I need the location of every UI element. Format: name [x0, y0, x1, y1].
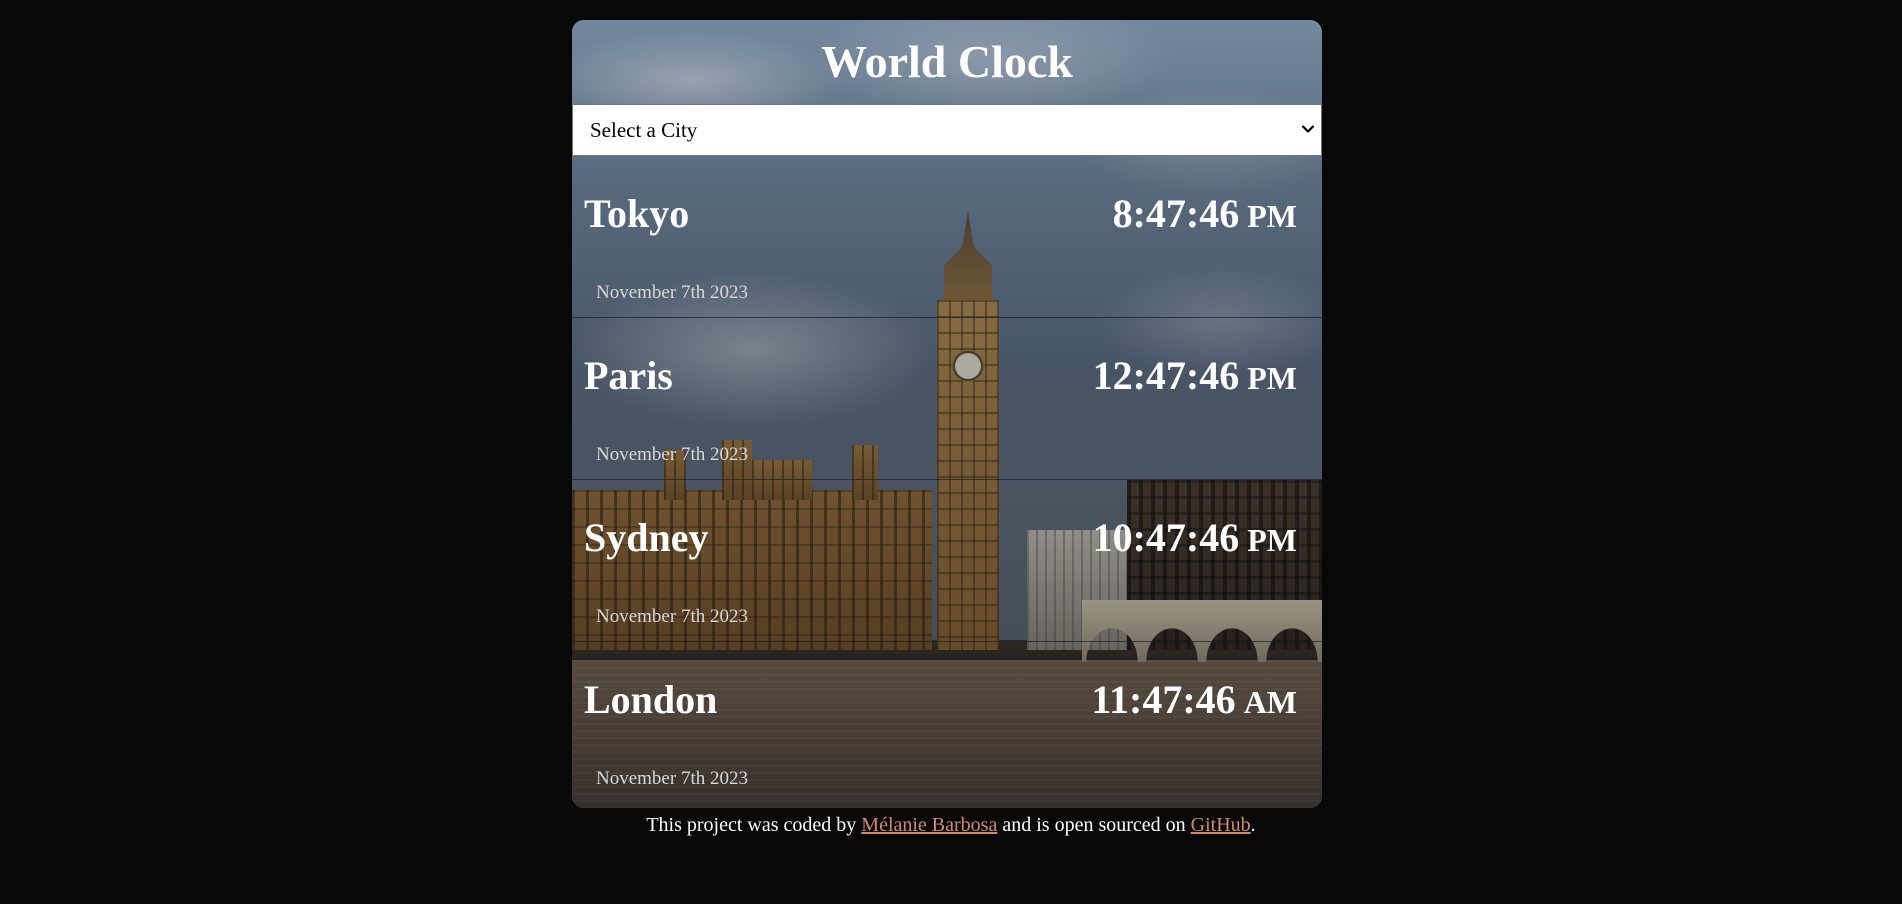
chevron-down-icon: [1301, 125, 1315, 133]
city-row-tokyo: Tokyo 8:47:46 PM November 7th 2023: [572, 156, 1322, 318]
footer-text-before: This project was coded by: [646, 814, 862, 836]
footer-text-middle: and is open sourced on: [997, 814, 1191, 836]
time-ampm: PM: [1247, 198, 1297, 234]
city-name: Tokyo: [584, 191, 690, 236]
footer: This project was coded by Mélanie Barbos…: [0, 814, 1902, 837]
city-date: November 7th 2023: [596, 606, 748, 627]
city-date: November 7th 2023: [596, 282, 748, 303]
city-time: 8:47:46 PM: [1113, 190, 1297, 237]
footer-text-after: .: [1250, 814, 1256, 836]
city-name: Paris: [584, 353, 673, 398]
city-name: Sydney: [584, 515, 709, 560]
city-row-paris: Paris 12:47:46 PM November 7th 2023: [572, 318, 1322, 480]
city-time: 12:47:46 PM: [1093, 352, 1297, 399]
time-value: 11:47:46: [1091, 677, 1236, 722]
city-date: November 7th 2023: [596, 444, 748, 465]
city-name: London: [584, 677, 718, 722]
time-value: 10:47:46: [1092, 515, 1240, 560]
time-ampm: PM: [1247, 522, 1297, 558]
author-link[interactable]: Mélanie Barbosa: [861, 814, 997, 836]
time-ampm: PM: [1247, 360, 1297, 396]
city-row-london: London 11:47:46 AM November 7th 2023: [572, 642, 1322, 804]
time-value: 8:47:46: [1112, 191, 1240, 236]
city-time: 11:47:46 AM: [1091, 676, 1297, 723]
city-row-sydney: Sydney 10:47:46 PM November 7th 2023: [572, 480, 1322, 642]
city-select[interactable]: Select a City: [572, 104, 1322, 156]
time-ampm: AM: [1243, 684, 1297, 720]
github-link[interactable]: GitHub: [1191, 814, 1251, 836]
city-date: November 7th 2023: [596, 768, 748, 789]
page-title: World Clock: [821, 36, 1073, 87]
city-select-value: Select a City: [590, 118, 698, 142]
time-value: 12:47:46: [1092, 353, 1240, 398]
city-time: 10:47:46 PM: [1093, 514, 1297, 561]
world-clock-card: World Clock Select a City Tokyo 8:47:46 P…: [572, 20, 1322, 808]
